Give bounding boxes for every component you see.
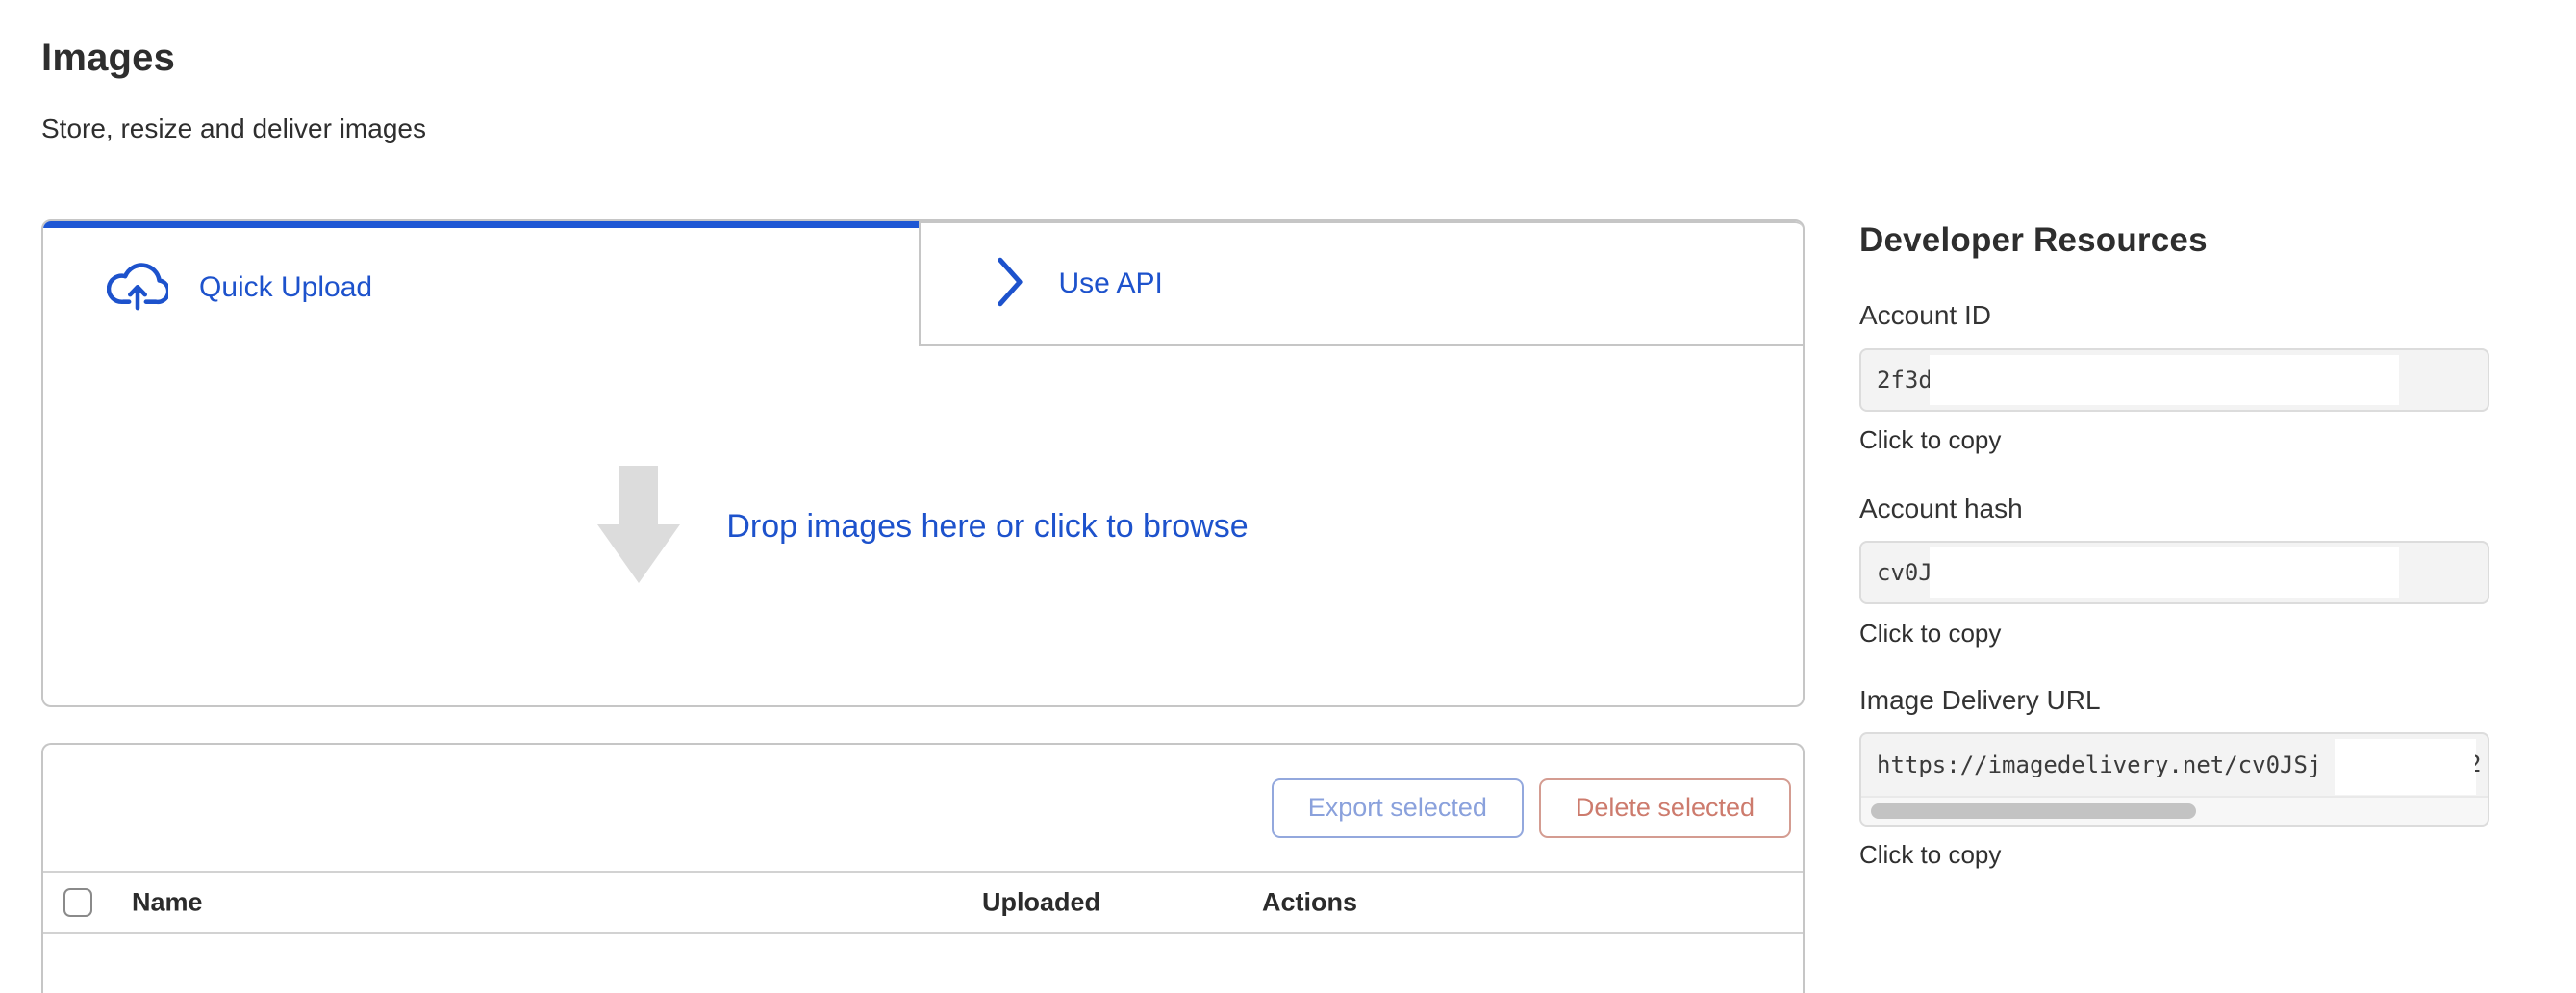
- image-delivery-url-copy-hint: Click to copy: [1859, 840, 2001, 870]
- redaction-overlay: [1930, 547, 2399, 598]
- main-content: Images Store, resize and deliver images …: [41, 0, 1805, 955]
- column-header-name: Name: [132, 888, 203, 918]
- table-header-row: Name Uploaded Actions: [43, 873, 1803, 934]
- page-subtitle: Store, resize and deliver images: [41, 114, 426, 144]
- chevron-right-icon: [992, 254, 1028, 315]
- arrow-down-icon: [597, 466, 680, 588]
- tab-use-api-label: Use API: [1059, 267, 1163, 300]
- dropzone-text: Drop images here or click to browse: [726, 508, 1248, 546]
- clipped-character: 2: [2475, 751, 2484, 783]
- column-header-uploaded: Uploaded: [982, 888, 1100, 918]
- account-id-value: 2f3d: [1877, 367, 1932, 394]
- account-hash-label: Account hash: [1859, 494, 2023, 524]
- delete-selected-button[interactable]: Delete selected: [1539, 778, 1791, 838]
- image-dropzone[interactable]: Drop images here or click to browse: [43, 346, 1803, 707]
- image-delivery-url-field[interactable]: https://imagedelivery.net/cv0JSj 2: [1859, 732, 2489, 827]
- account-id-field[interactable]: 2f3d: [1859, 348, 2489, 412]
- export-selected-button[interactable]: Export selected: [1272, 778, 1524, 838]
- account-hash-value: cv0J: [1877, 559, 1932, 586]
- tab-quick-upload[interactable]: Quick Upload: [43, 221, 919, 346]
- account-id-label: Account ID: [1859, 300, 1991, 331]
- page-title: Images: [41, 37, 175, 80]
- tab-use-api[interactable]: Use API: [919, 221, 1804, 346]
- image-list-card: Export selected Delete selected Name Upl…: [41, 743, 1805, 993]
- developer-resources-title: Developer Resources: [1859, 221, 2208, 260]
- horizontal-scrollbar[interactable]: [1861, 796, 2488, 825]
- list-toolbar: Export selected Delete selected: [43, 745, 1803, 873]
- upload-card: Quick Upload Use API Drop images here or…: [41, 219, 1805, 707]
- select-all-checkbox[interactable]: [63, 888, 92, 917]
- cloud-upload-icon: [107, 259, 168, 316]
- tab-quick-upload-label: Quick Upload: [199, 271, 372, 304]
- image-delivery-url-label: Image Delivery URL: [1859, 685, 2101, 716]
- developer-resources-panel: Developer Resources Account ID 2f3d Clic…: [1859, 0, 2489, 955]
- account-id-copy-hint: Click to copy: [1859, 425, 2001, 455]
- column-header-actions: Actions: [1262, 888, 1357, 918]
- redaction-overlay: [1930, 355, 2399, 405]
- account-hash-copy-hint: Click to copy: [1859, 619, 2001, 649]
- image-delivery-url-value: https://imagedelivery.net/cv0JSj: [1877, 751, 2321, 778]
- redaction-overlay: [2335, 739, 2476, 795]
- horizontal-scrollbar-thumb[interactable]: [1871, 803, 2196, 819]
- upload-tabs: Quick Upload Use API: [43, 221, 1803, 346]
- account-hash-field[interactable]: cv0J: [1859, 541, 2489, 604]
